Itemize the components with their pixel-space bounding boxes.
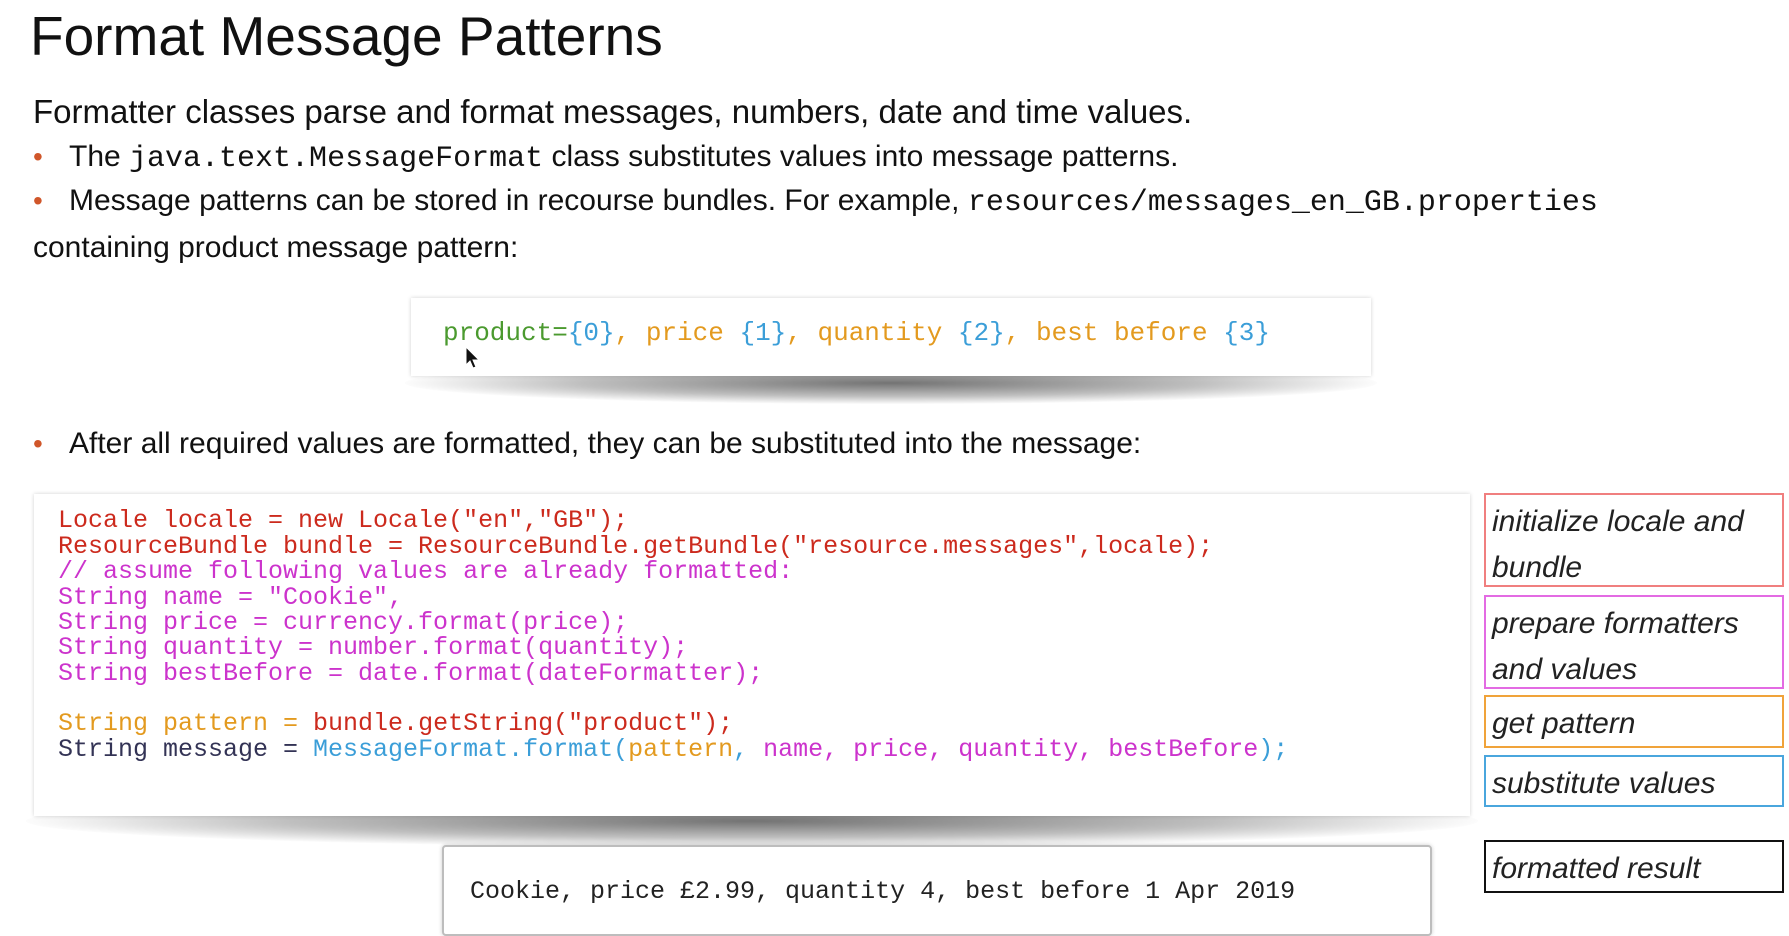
code-token: ); [1258, 735, 1289, 764]
result-box: Cookie, price £2.99, quantity 4, best be… [442, 845, 1432, 936]
code-token: // assume following values are already f… [58, 557, 794, 586]
page-title: Format Message Patterns [30, 5, 663, 67]
pattern-token: {3} [1223, 318, 1270, 348]
code-line: String bestBefore = date.format(dateForm… [58, 659, 763, 688]
legend-get-pattern: get pattern [1484, 695, 1784, 748]
bullet-resource-bundles: • Message patterns can be stored in recou… [33, 184, 1598, 220]
pattern-token: {2} [957, 318, 1005, 348]
pattern-token: , price [614, 318, 740, 348]
code-token: , [733, 735, 764, 764]
inline-code: resources/messages_en_GB.properties [967, 186, 1598, 220]
bullet-text: The [69, 140, 130, 173]
code-token: String quantity = number.format(quantity… [58, 633, 689, 662]
pattern-token: , quantity [786, 318, 958, 348]
bullet-marker: • [33, 141, 43, 172]
pattern-code-box: product={0}, price {1}, quantity {2}, be… [411, 298, 1371, 376]
code-line: String pattern = bundle.getString("produ… [58, 709, 733, 738]
pattern-code-line: product={0}, price {1}, quantity {2}, be… [443, 318, 1270, 348]
result-text: Cookie, price £2.99, quantity 4, best be… [470, 877, 1296, 906]
mouse-cursor-icon [465, 346, 481, 369]
legend-initialize: initialize locale and bundle [1484, 493, 1784, 587]
pattern-token: {1} [739, 318, 787, 348]
code-line: Locale locale = new Locale("en","GB"); [58, 506, 628, 535]
code-line: String message = MessageFormat.format(pa… [58, 735, 1288, 764]
code-token: String message = [58, 735, 314, 764]
code-token: String pattern = [58, 709, 314, 738]
bullet-text: class substitutes values into message pa… [543, 140, 1179, 173]
intro-text: Formatter classes parse and format messa… [33, 93, 1193, 130]
code-token: bundle.getString("product"); [313, 709, 734, 738]
legend-formatted-result: formatted result [1484, 840, 1784, 893]
legend-substitute: substitute values [1484, 755, 1784, 807]
bullet-text: Message patterns can be stored in recour… [69, 184, 968, 217]
inline-code: java.text.MessageFormat [129, 142, 544, 176]
code-line: // assume following values are already f… [58, 557, 793, 586]
bullet-text: After all required values are formatted,… [69, 427, 1142, 460]
pattern-token: product= [443, 318, 568, 348]
bullet-marker: • [33, 185, 43, 216]
code-token: MessageFormat.format( [313, 735, 629, 764]
bullet-continuation: containing product message pattern: [33, 231, 519, 264]
pattern-token: , best before [1004, 318, 1224, 348]
pattern-token: {0} [567, 318, 615, 348]
main-code-box: Locale locale = new Locale("en","GB"); Re… [34, 494, 1470, 816]
code-token: pattern [628, 735, 734, 764]
bullet-messageformat: • The java.text.MessageFormat class subst… [33, 140, 1178, 176]
bullet-substitute: • After all required values are formatted… [33, 427, 1141, 461]
bullet-marker: • [33, 428, 43, 459]
code-line: String quantity = number.format(quantity… [58, 633, 688, 662]
code-token: name, price, quantity, bestBefore [763, 735, 1259, 764]
legend-prepare: prepare formatters and values [1484, 595, 1784, 689]
code-token: String bestBefore = date.format(dateForm… [58, 659, 764, 688]
code-token: Locale locale = new Locale("en","GB"); [58, 506, 629, 535]
